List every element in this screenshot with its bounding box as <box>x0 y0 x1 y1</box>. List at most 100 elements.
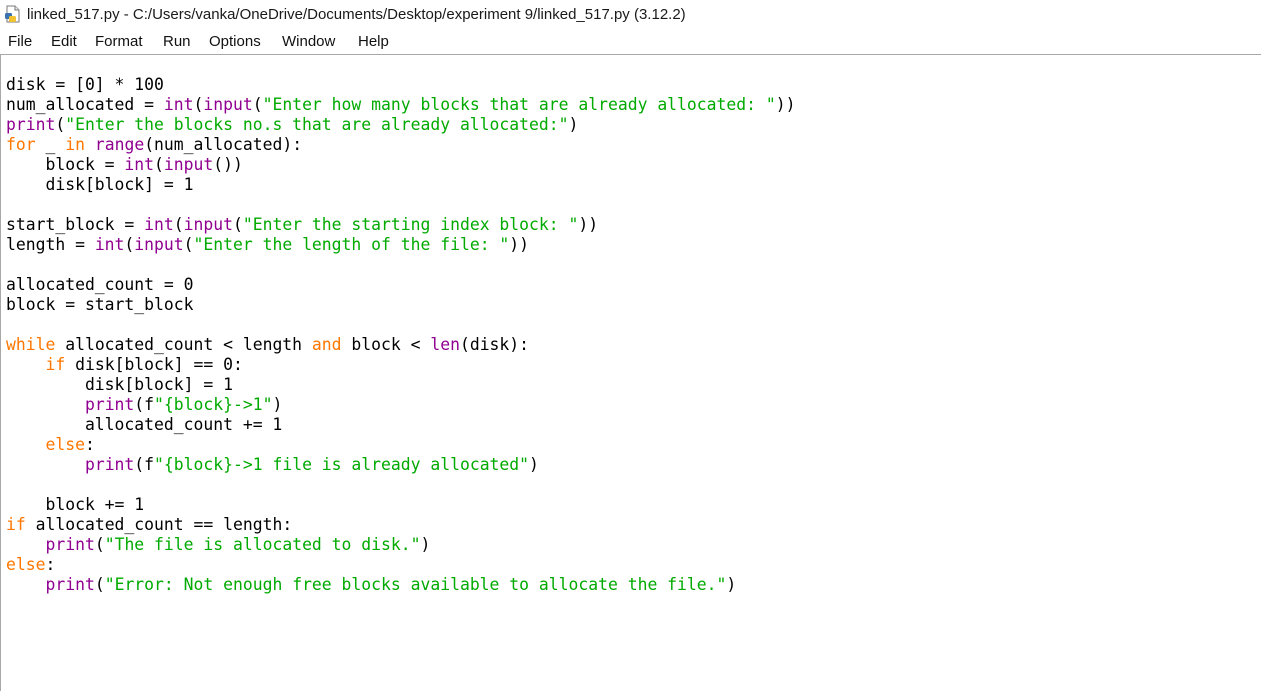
code-line[interactable]: disk = [0] * 100 <box>6 75 795 95</box>
code-token: )) <box>509 235 530 254</box>
code-token: block = <box>6 155 125 174</box>
menu-edit[interactable]: Edit <box>51 33 77 50</box>
code-token: for <box>6 135 36 154</box>
code-token: input <box>163 155 214 174</box>
code-token: "{block}->1 file is already allocated" <box>154 455 530 474</box>
menu-file[interactable]: File <box>8 33 32 50</box>
code-line[interactable] <box>6 475 795 495</box>
code-editor[interactable]: disk = [0] * 100 num_allocated = int(inpu… <box>0 55 1260 691</box>
code-token: ( <box>94 535 105 554</box>
code-token: (f <box>134 455 155 474</box>
code-line[interactable]: print(f"{block}->1") <box>6 395 795 415</box>
code-line[interactable]: print("The file is allocated to disk.") <box>6 535 795 555</box>
code-line[interactable]: num_allocated = int(input("Enter how man… <box>6 95 795 115</box>
code-token: "Enter the starting index block: " <box>242 215 579 234</box>
code-token: if <box>45 355 66 374</box>
code-line[interactable]: start_block = int(input("Enter the start… <box>6 215 795 235</box>
code-line[interactable]: allocated_count = 0 <box>6 275 795 295</box>
code-token: if <box>6 515 26 534</box>
code-token: num_allocated = <box>6 95 164 114</box>
code-text[interactable]: disk = [0] * 100 num_allocated = int(inpu… <box>6 75 795 595</box>
window-title: linked_517.py - C:/Users/vanka/OneDrive/… <box>27 6 686 23</box>
code-token: start_block = <box>6 215 145 234</box>
python-file-icon <box>5 5 20 23</box>
code-line[interactable]: else: <box>6 435 795 455</box>
code-line[interactable]: length = int(input("Enter the length of … <box>6 235 795 255</box>
code-token: disk[block] = 1 <box>6 375 233 394</box>
code-token: ( <box>193 95 204 114</box>
code-line[interactable]: print("Enter the blocks no.s that are al… <box>6 115 795 135</box>
code-token: allocated_count = 0 <box>6 275 194 294</box>
code-line[interactable] <box>6 315 795 335</box>
code-token: "Error: Not enough free blocks available… <box>104 575 727 594</box>
code-line[interactable]: disk[block] = 1 <box>6 175 795 195</box>
code-token: disk[block] == 0: <box>65 355 243 374</box>
code-token: else <box>45 435 85 454</box>
code-token: and <box>311 335 342 354</box>
code-line[interactable]: print(f"{block}->1 file is already alloc… <box>6 455 795 475</box>
code-token: disk[block] = 1 <box>6 175 194 194</box>
code-line[interactable] <box>6 255 795 275</box>
code-line[interactable]: disk[block] = 1 <box>6 375 795 395</box>
code-token: : <box>84 435 95 454</box>
code-token: "Enter how many blocks that are already … <box>262 95 776 114</box>
code-token: int <box>144 215 174 234</box>
code-token: disk = [0] * 100 <box>6 75 164 94</box>
code-token: print <box>45 575 95 594</box>
code-token: int <box>94 235 125 254</box>
code-token: ) <box>726 575 737 594</box>
code-token: _ <box>35 135 66 154</box>
menu-format[interactable]: Format <box>95 33 143 50</box>
code-token: ()) <box>213 155 243 174</box>
code-token: ( <box>124 235 135 254</box>
code-line[interactable]: block += 1 <box>6 495 795 515</box>
menu-help[interactable]: Help <box>358 33 389 50</box>
code-token: ( <box>173 215 184 234</box>
code-line[interactable]: if allocated_count == length: <box>6 515 795 535</box>
code-line[interactable]: for _ in range(num_allocated): <box>6 135 795 155</box>
code-line[interactable]: block = start_block <box>6 295 795 315</box>
code-token: ) <box>529 455 539 474</box>
code-token: while <box>6 335 56 354</box>
code-token: int <box>163 95 194 114</box>
code-token: ) <box>420 535 431 554</box>
code-line[interactable]: allocated_count += 1 <box>6 415 795 435</box>
code-token: block < <box>341 335 431 354</box>
code-line[interactable]: print("Error: Not enough free blocks ava… <box>6 575 795 595</box>
code-token: length = <box>6 235 95 254</box>
code-token: "Enter the length of the file: " <box>193 235 510 254</box>
code-token: block += 1 <box>6 495 145 514</box>
code-token: allocated_count == length: <box>25 515 293 534</box>
menu-run[interactable]: Run <box>163 33 191 50</box>
code-token: ( <box>55 115 66 134</box>
code-line[interactable] <box>6 195 795 215</box>
code-token: else <box>6 555 46 574</box>
code-token: int <box>124 155 155 174</box>
code-token: block = start_block <box>6 295 194 314</box>
code-token: input <box>134 235 184 254</box>
code-line[interactable]: while allocated_count < length and block… <box>6 335 795 355</box>
code-token: (disk): <box>459 335 530 354</box>
title-bar: linked_517.py - C:/Users/vanka/OneDrive/… <box>0 0 1261 30</box>
menu-options[interactable]: Options <box>209 33 261 50</box>
code-line[interactable]: block = int(input()) <box>6 155 795 175</box>
code-line[interactable]: if disk[block] == 0: <box>6 355 795 375</box>
code-token: ( <box>154 155 164 174</box>
code-line[interactable]: else: <box>6 555 795 575</box>
menu-window[interactable]: Window <box>282 33 335 50</box>
code-token: len <box>430 335 460 354</box>
code-token: (num_allocated): <box>144 135 303 154</box>
code-token: range <box>94 135 145 154</box>
code-token: ) <box>568 115 579 134</box>
code-token: ( <box>94 575 105 594</box>
code-token: print <box>84 395 135 414</box>
code-token: )) <box>775 95 796 114</box>
code-token: allocated_count += 1 <box>6 415 283 434</box>
code-token: "The file is allocated to disk." <box>104 535 421 554</box>
